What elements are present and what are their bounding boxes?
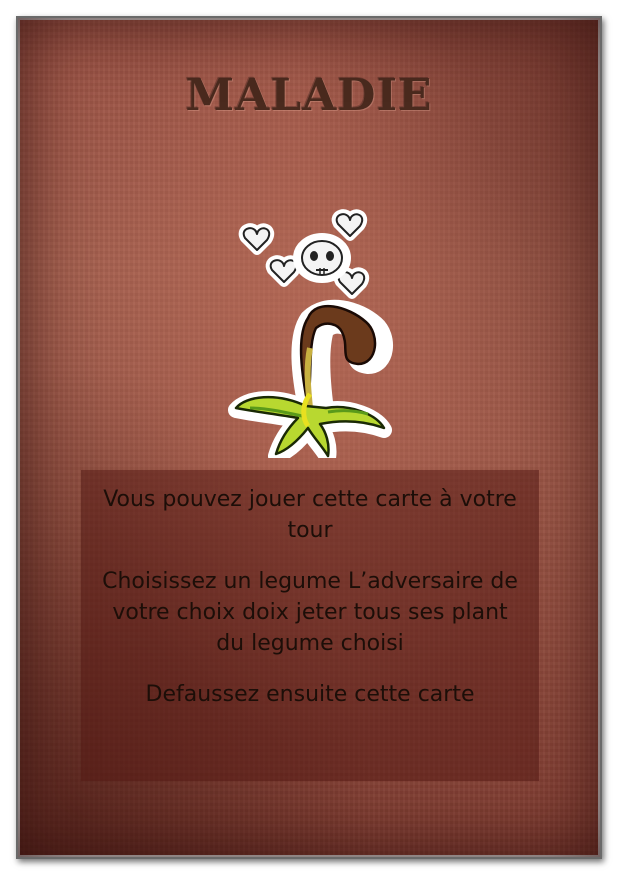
card-text-effect: Choisissez un legume L’adversaire de vot…: [102, 569, 518, 656]
wilted-plant-icon: [228, 299, 393, 458]
wilted-plant-skull-icon: [228, 209, 393, 458]
card-text-play-condition: Vous pouvez jouer cette carte à votre to…: [103, 487, 517, 543]
disease-card[interactable]: MALADIE Vous pouvez jouer cette carte à …: [16, 16, 602, 859]
card-title: MALADIE: [185, 70, 433, 121]
card-text-panel: Vous pouvez jouer cette carte à votre to…: [81, 470, 539, 781]
skull-icon: [238, 209, 370, 299]
card-text-discard: Defaussez ensuite cette carte: [145, 682, 475, 707]
